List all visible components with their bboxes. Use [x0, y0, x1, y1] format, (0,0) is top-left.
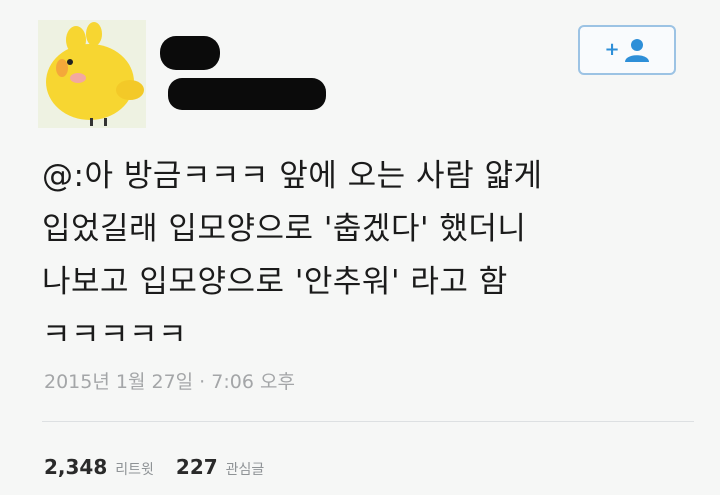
- tweet-stats: 2,348 리트윗 227 관심글: [44, 455, 286, 479]
- follow-button[interactable]: +: [578, 25, 676, 75]
- tweet-text: @:아 방금ㅋㅋㅋ 앞에 오는 사람 얇게 입었길래 입모양으로 '춥겠다' 했…: [42, 150, 682, 362]
- like-label[interactable]: 관심글: [226, 459, 265, 479]
- avatar[interactable]: [38, 20, 146, 128]
- tweet-text-line: 입었길래 입모양으로 '춥겠다' 했더니: [42, 211, 527, 247]
- like-count[interactable]: 227: [176, 455, 218, 479]
- chick-avatar-icon: [38, 20, 146, 128]
- plus-icon: +: [604, 39, 620, 60]
- tweet-card: + @:아 방금ㅋㅋㅋ 앞에 오는 사람 얇게 입었길래 입모양으로 '춥겠다'…: [0, 0, 720, 495]
- redacted-username: [168, 78, 326, 110]
- tweet-text-line: @:아 방금ㅋㅋㅋ 앞에 오는 사람 얇게: [42, 158, 543, 194]
- tweet-text-line: ㅋㅋㅋㅋㅋ: [42, 317, 188, 353]
- redacted-display-name: [160, 36, 220, 70]
- divider: [42, 421, 694, 422]
- add-user-icon: [624, 39, 649, 62]
- retweet-label[interactable]: 리트윗: [115, 459, 154, 479]
- tweet-timestamp[interactable]: 2015년 1월 27일 · 7:06 오후: [44, 367, 295, 394]
- retweet-count[interactable]: 2,348: [44, 455, 107, 479]
- tweet-text-line: 나보고 입모양으로 '안추워' 라고 함: [42, 264, 508, 300]
